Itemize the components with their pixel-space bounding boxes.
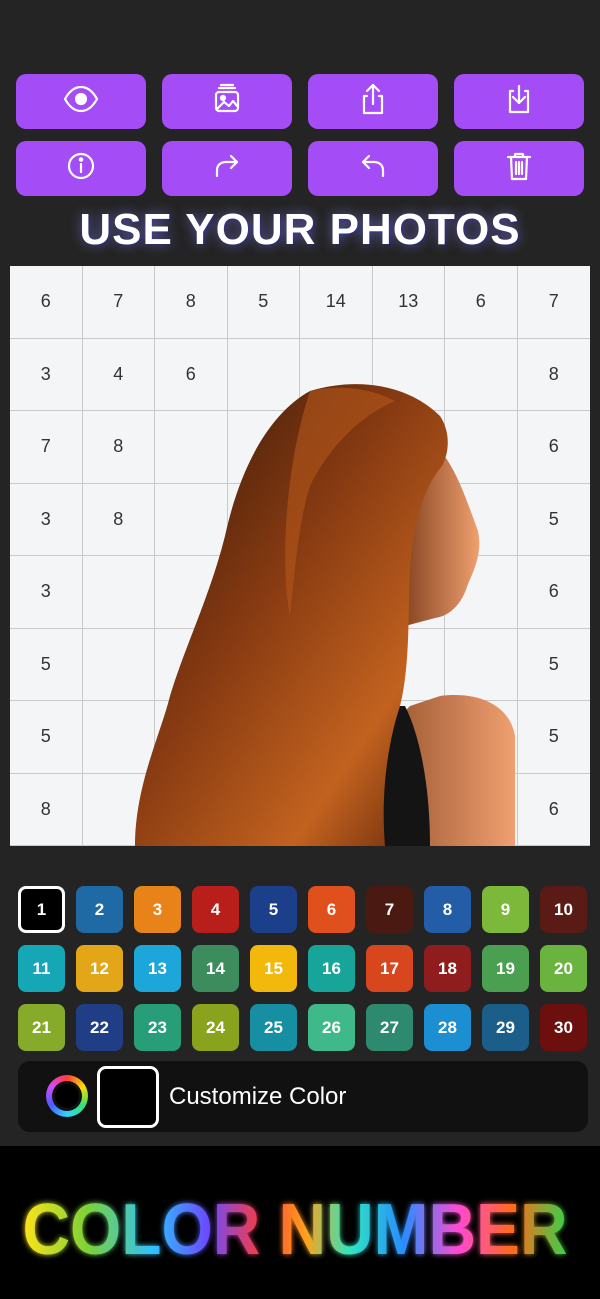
color-swatch-3[interactable]: 3 [134, 886, 181, 933]
trash-icon [499, 146, 539, 191]
color-swatch-2[interactable]: 2 [76, 886, 123, 933]
color-swatch-20[interactable]: 20 [540, 945, 587, 992]
redo-button[interactable] [162, 141, 292, 196]
color-swatch-7[interactable]: 7 [366, 886, 413, 933]
undo-icon [353, 146, 393, 191]
color-swatch-4[interactable]: 4 [192, 886, 239, 933]
color-swatch-21[interactable]: 21 [18, 1004, 65, 1051]
color-swatch-5[interactable]: 5 [250, 886, 297, 933]
redo-icon [207, 146, 247, 191]
download-button[interactable] [454, 74, 584, 129]
toolbar [16, 74, 586, 196]
color-palette: 1 2 3 4 5 6 7 8 9 10 11 12 13 14 15 16 17 18 19 20 21 22 23 24 2… [18, 886, 588, 1051]
share-button[interactable] [308, 74, 438, 129]
delete-button[interactable] [454, 141, 584, 196]
undo-button[interactable] [308, 141, 438, 196]
color-swatch-6[interactable]: 6 [308, 886, 355, 933]
download-icon [499, 79, 539, 124]
color-swatch-11[interactable]: 11 [18, 945, 65, 992]
color-swatch-9[interactable]: 9 [482, 886, 529, 933]
color-swatch-12[interactable]: 12 [76, 945, 123, 992]
color-swatch-14[interactable]: 14 [192, 945, 239, 992]
footer-banner: COLOR NUMBER [0, 1146, 600, 1299]
image-stack-icon [207, 79, 247, 124]
color-swatch-16[interactable]: 16 [308, 945, 355, 992]
color-swatch-30[interactable]: 30 [540, 1004, 587, 1051]
info-button[interactable] [16, 141, 146, 196]
share-icon [353, 79, 393, 124]
color-swatch-26[interactable]: 26 [308, 1004, 355, 1051]
color-swatch-28[interactable]: 28 [424, 1004, 471, 1051]
preview-button[interactable] [16, 74, 146, 129]
info-icon [61, 146, 101, 191]
color-swatch-22[interactable]: 22 [76, 1004, 123, 1051]
color-swatch-23[interactable]: 23 [134, 1004, 181, 1051]
color-swatch-29[interactable]: 29 [482, 1004, 529, 1051]
woman-photo [135, 384, 515, 846]
color-swatch-13[interactable]: 13 [134, 945, 181, 992]
eye-icon [61, 79, 101, 124]
color-wheel-icon[interactable] [46, 1075, 88, 1117]
customize-color-bar[interactable]: Customize Color [18, 1061, 588, 1132]
color-swatch-15[interactable]: 15 [250, 945, 297, 992]
color-swatch-10[interactable]: 10 [540, 886, 587, 933]
current-color-preview[interactable] [97, 1066, 159, 1128]
color-swatch-19[interactable]: 19 [482, 945, 529, 992]
color-swatch-25[interactable]: 25 [250, 1004, 297, 1051]
color-swatch-17[interactable]: 17 [366, 945, 413, 992]
color-swatch-18[interactable]: 18 [424, 945, 471, 992]
color-swatch-8[interactable]: 8 [424, 886, 471, 933]
coloring-board[interactable]: 6 7 8 5 14 13 6 7 3 4 6 8 7 8 6 3 8 5 3 6 5 5 5 5 8 6 [10, 266, 590, 846]
customize-color-label: Customize Color [169, 1083, 347, 1110]
color-swatch-27[interactable]: 27 [366, 1004, 413, 1051]
headline: USE YOUR PHOTOS [79, 205, 521, 254]
color-swatch-1[interactable]: 1 [18, 886, 65, 933]
gallery-button[interactable] [162, 74, 292, 129]
app-title: COLOR NUMBER [23, 1190, 568, 1270]
color-swatch-24[interactable]: 24 [192, 1004, 239, 1051]
